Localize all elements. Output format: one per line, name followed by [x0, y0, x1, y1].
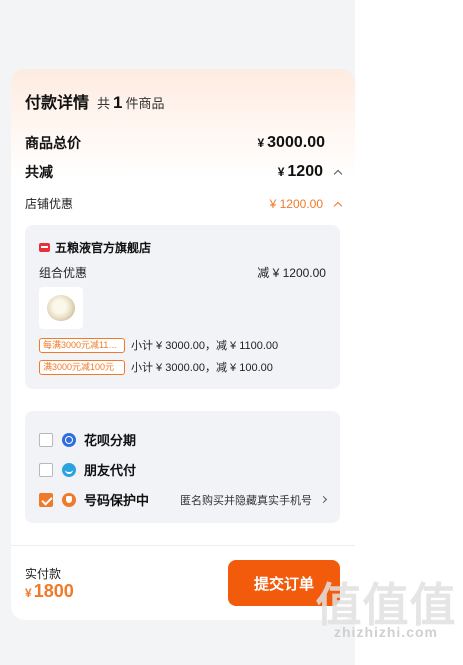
- payment-option-number-protect[interactable]: 号码保护中 匿名购买并隐藏真实手机号: [39, 490, 328, 509]
- chevron-up-icon[interactable]: [333, 169, 343, 179]
- store-name: 五粮液官方旗舰店: [55, 241, 152, 255]
- payment-option-huabei[interactable]: 花呗分期: [39, 430, 326, 449]
- promo-subtotal: 小计 ¥ 3000.00，减 ¥ 100.00: [131, 362, 273, 374]
- combo-discount-label: 组合优惠: [39, 266, 88, 280]
- huabei-checkbox[interactable]: [39, 432, 53, 447]
- background-panel: [355, 0, 463, 665]
- watermark-logo: 值值值: [315, 579, 457, 631]
- reduce-total-row[interactable]: 共减 ¥1200: [25, 162, 343, 182]
- promo-tag: 满3000元减100元: [39, 359, 125, 375]
- watermark: 值值值 zhizhizhi.com: [312, 582, 460, 640]
- store-discount-panel: 五粮液官方旗舰店 组合优惠 减 ¥ 1200.00 每满3000元减1100元 …: [25, 225, 340, 389]
- friend-pay-checkbox[interactable]: [39, 462, 53, 477]
- product-thumbnail[interactable]: [39, 287, 83, 329]
- actual-pay-amount: ¥1800: [25, 581, 74, 601]
- divider: [11, 545, 355, 546]
- store-discount-value: ¥ 1200.00: [269, 196, 323, 211]
- number-protect-detail[interactable]: 匿名购买并隐藏真实手机号: [180, 492, 328, 508]
- card-header: 付款详情 共 1 件商品: [25, 89, 165, 113]
- page-title: 付款详情: [25, 95, 90, 112]
- goods-total-label: 商品总价: [25, 135, 81, 151]
- product-image: [47, 295, 75, 321]
- promo-row: 满3000元减100元 小计 ¥ 3000.00，减 ¥ 100.00: [39, 359, 273, 375]
- friend-pay-icon: [62, 462, 76, 477]
- reduce-label: 共减: [25, 164, 53, 180]
- number-protect-icon: [62, 492, 76, 507]
- watermark-text: zhizhizhi.com: [334, 624, 438, 640]
- huabei-icon: [62, 432, 76, 447]
- number-protect-checkbox[interactable]: [39, 492, 53, 507]
- payment-options-panel: 花呗分期 朋友代付 号码保护中 匿名购买并隐藏真实手机号: [25, 411, 340, 523]
- payment-option-label: 号码保护中: [84, 493, 150, 508]
- goods-total-row: 商品总价 ¥3000.00: [25, 133, 341, 153]
- combo-discount-value: 减 ¥ 1200.00: [257, 266, 326, 280]
- payment-option-friend-pay[interactable]: 朋友代付: [39, 460, 326, 479]
- store-discount-row[interactable]: 店铺优惠 ¥ 1200.00: [25, 195, 343, 212]
- store-header: 五粮液官方旗舰店: [39, 239, 151, 256]
- promo-row: 每满3000元减1100元 小计 ¥ 3000.00，减 ¥ 1100.00: [39, 337, 278, 353]
- promo-subtotal: 小计 ¥ 3000.00，减 ¥ 1100.00: [131, 340, 279, 352]
- reduce-value: ¥1200: [277, 163, 323, 180]
- actual-pay-label: 实付款: [25, 567, 62, 581]
- combo-discount-row: 组合优惠 减 ¥ 1200.00: [39, 264, 326, 281]
- tmall-store-icon: [39, 243, 50, 252]
- payment-option-label: 朋友代付: [84, 463, 137, 478]
- payment-details-card: 付款详情 共 1 件商品 商品总价 ¥3000.00 共减 ¥1200 店铺优惠 ¥…: [11, 69, 355, 620]
- item-count: 共 1 件商品: [97, 93, 165, 112]
- promo-tag: 每满3000元减1100元: [39, 337, 125, 353]
- payment-option-label: 花呗分期: [84, 433, 137, 448]
- chevron-up-icon[interactable]: [333, 201, 343, 210]
- store-discount-label: 店铺优惠: [25, 197, 74, 211]
- goods-total-value: ¥3000.00: [257, 134, 325, 151]
- chevron-right-icon: [319, 495, 328, 504]
